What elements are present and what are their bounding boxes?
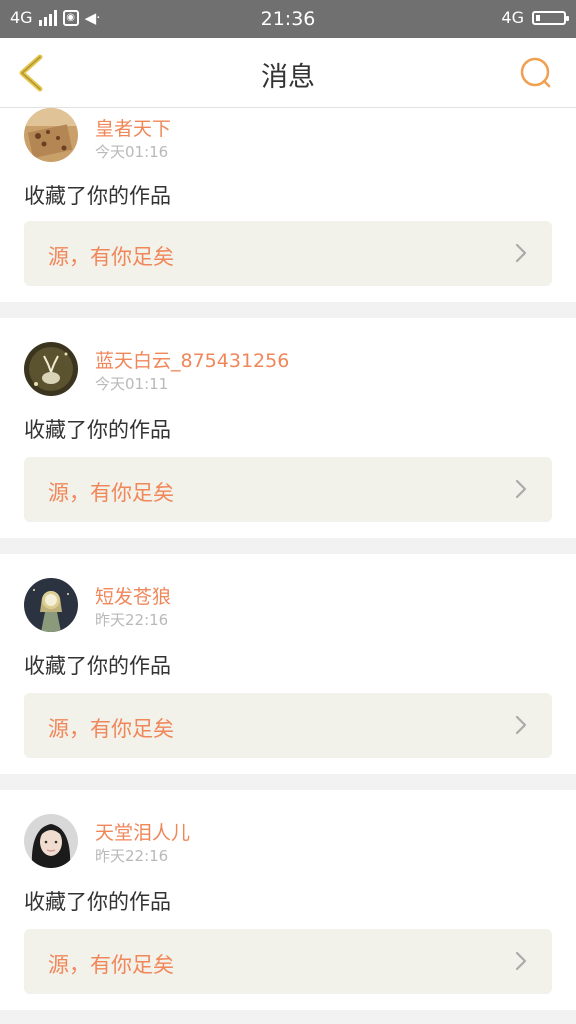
- work-title: 源，有你足矣: [48, 717, 174, 741]
- message-time: 今天01:11: [95, 375, 169, 393]
- chevron-right-icon: [515, 951, 527, 971]
- cartoon-girl-avatar: [24, 578, 78, 632]
- user-avatar[interactable]: [24, 814, 78, 868]
- user-avatar[interactable]: [24, 578, 78, 632]
- user-avatar[interactable]: [24, 108, 78, 162]
- app-header: 消息: [0, 38, 576, 108]
- portrait-avatar: [24, 814, 78, 868]
- username[interactable]: 天堂泪人儿: [95, 818, 190, 845]
- work-link[interactable]: 源，有你足矣: [24, 457, 552, 522]
- message-action: 收藏了你的作品: [24, 184, 171, 208]
- message-action: 收藏了你的作品: [24, 890, 171, 914]
- message-time: 昨天22:16: [95, 847, 169, 865]
- work-link[interactable]: 源，有你足矣: [24, 693, 552, 758]
- work-link[interactable]: 源，有你足矣: [24, 221, 552, 286]
- chevron-right-icon: [515, 715, 527, 735]
- work-title: 源，有你足矣: [48, 245, 174, 269]
- username[interactable]: 蓝天白云_875431256: [95, 346, 289, 373]
- work-title: 源，有你足矣: [48, 953, 174, 977]
- status-time: 21:36: [260, 8, 316, 30]
- work-link[interactable]: 源，有你足矣: [24, 929, 552, 994]
- message-card: 短发苍狼 昨天22:16 收藏了你的作品 源，有你足矣: [0, 554, 576, 774]
- search-button[interactable]: [518, 55, 554, 91]
- network-type-right: 4G: [501, 8, 524, 27]
- message-card: 蓝天白云_875431256 今天01:11 收藏了你的作品 源，有你足矣: [0, 318, 576, 538]
- chevron-right-icon: [515, 243, 527, 263]
- battery-icon: [532, 10, 569, 25]
- message-card: 天堂泪人儿 昨天22:16 收藏了你的作品 源，有你足矣: [0, 790, 576, 1010]
- paper-texture-avatar: [24, 108, 78, 162]
- message-list[interactable]: 皇者天下 今天01:16 收藏了你的作品 源，有你足矣 蓝天白云_8754312…: [0, 108, 576, 1024]
- status-bar: 4G ◉ ◀ᐧ 21:36 4G: [0, 0, 576, 38]
- message-card: 皇者天下 今天01:16 收藏了你的作品 源，有你足矣: [0, 108, 576, 302]
- page-title: 消息: [261, 62, 315, 93]
- user-avatar[interactable]: [24, 342, 78, 396]
- status-right: 4G: [501, 8, 569, 27]
- search-icon: [520, 57, 551, 88]
- message-time: 昨天22:16: [95, 611, 169, 629]
- username[interactable]: 皇者天下: [95, 114, 171, 141]
- username[interactable]: 短发苍狼: [95, 582, 171, 609]
- message-time: 今天01:16: [95, 143, 169, 161]
- work-title: 源，有你足矣: [48, 481, 174, 505]
- deer-avatar: [24, 342, 78, 396]
- message-action: 收藏了你的作品: [24, 418, 171, 442]
- chevron-right-icon: [515, 479, 527, 499]
- message-action: 收藏了你的作品: [24, 654, 171, 678]
